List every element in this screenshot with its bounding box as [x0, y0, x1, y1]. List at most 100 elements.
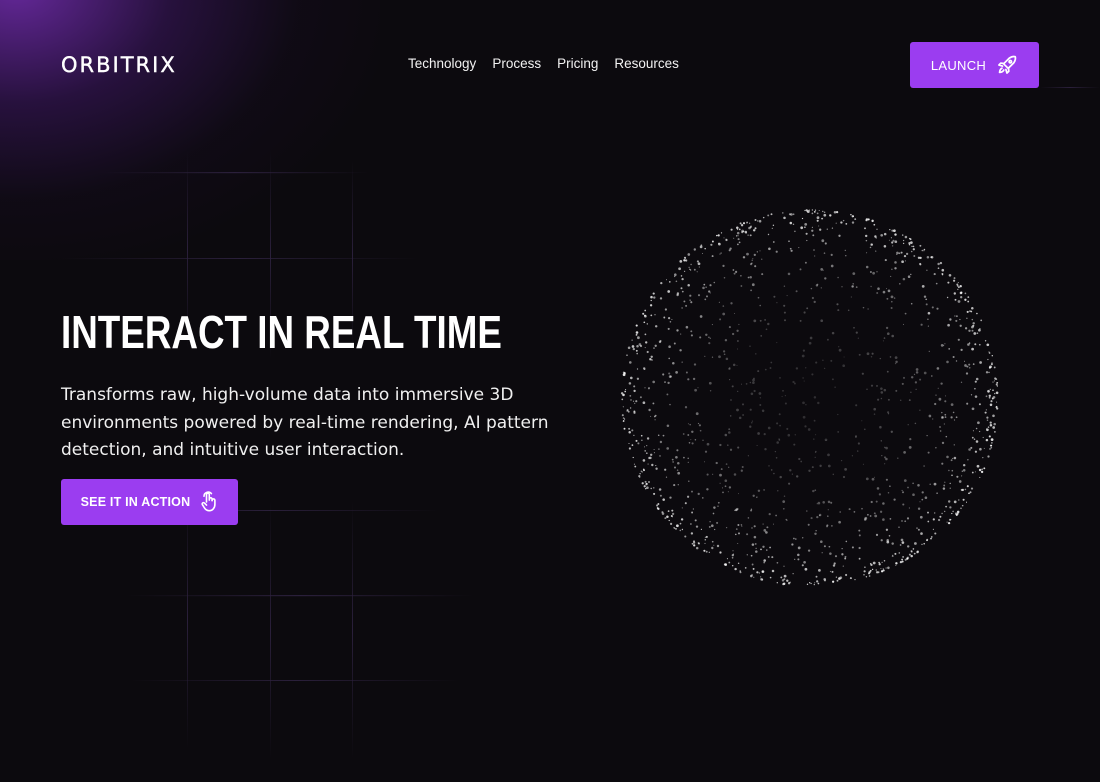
particle — [894, 233, 897, 236]
particle — [650, 453, 653, 456]
nav-item-technology[interactable]: Technology — [408, 56, 476, 71]
particle — [937, 267, 940, 270]
see-it-in-action-button[interactable]: SEE IT IN ACTION — [61, 479, 238, 525]
particle — [903, 254, 907, 258]
particle — [687, 434, 690, 436]
particle — [652, 402, 655, 405]
particle — [946, 360, 949, 364]
nav-item-resources[interactable]: Resources — [614, 56, 679, 71]
particle — [815, 530, 817, 532]
particle — [740, 224, 744, 227]
particle — [794, 558, 796, 560]
particle — [759, 250, 761, 252]
particle — [964, 292, 967, 295]
particle — [894, 356, 898, 359]
particle — [622, 420, 625, 422]
particle — [708, 381, 712, 385]
particle — [772, 241, 775, 243]
particle — [642, 459, 646, 462]
particle — [742, 222, 746, 225]
particle — [742, 414, 745, 416]
particle — [805, 209, 809, 212]
particle — [814, 255, 816, 257]
particle — [891, 334, 895, 338]
particle — [760, 577, 763, 581]
particle — [681, 290, 684, 293]
particle — [706, 295, 708, 298]
particle — [841, 553, 844, 556]
particle — [988, 352, 991, 354]
particle — [689, 423, 691, 426]
particle — [914, 542, 917, 545]
nav-item-process[interactable]: Process — [492, 56, 541, 71]
particle — [773, 295, 776, 298]
particle — [804, 567, 808, 571]
particle — [849, 577, 852, 580]
particle — [714, 528, 716, 531]
particle — [824, 277, 827, 280]
particle — [725, 357, 729, 361]
particle — [995, 405, 998, 408]
particle — [788, 213, 791, 216]
particle — [653, 296, 656, 299]
particle — [866, 352, 870, 356]
particle — [779, 475, 782, 479]
brand-logo[interactable]: ORBITRIX — [61, 53, 177, 77]
particle — [663, 316, 666, 319]
particle — [877, 571, 880, 574]
particle — [672, 461, 674, 463]
particle — [978, 468, 982, 472]
particle — [917, 507, 921, 511]
particle — [973, 438, 976, 440]
particle — [986, 343, 990, 347]
particle — [713, 281, 716, 284]
particle — [948, 273, 952, 277]
particle — [653, 448, 655, 451]
particle — [643, 321, 646, 324]
particle — [787, 582, 791, 585]
particle — [842, 565, 844, 567]
particle — [838, 346, 840, 348]
particle — [738, 532, 740, 535]
particle — [806, 510, 808, 512]
particle — [683, 270, 686, 273]
particle — [944, 343, 946, 345]
particle — [737, 238, 740, 241]
particle — [642, 401, 646, 405]
particle — [726, 558, 728, 560]
particle — [764, 448, 767, 451]
particle — [658, 448, 660, 450]
particle — [976, 464, 980, 468]
particle — [874, 514, 878, 518]
particle — [928, 414, 932, 418]
particle — [829, 214, 832, 217]
nav-item-pricing[interactable]: Pricing — [557, 56, 598, 71]
particle — [666, 515, 669, 519]
particle — [826, 338, 829, 341]
particle — [995, 406, 997, 408]
particle — [758, 572, 760, 574]
particle — [987, 389, 990, 393]
particle — [681, 277, 684, 281]
particle — [955, 360, 958, 362]
particle — [740, 469, 743, 472]
particle — [950, 403, 954, 406]
particle — [771, 556, 774, 559]
particle — [987, 390, 990, 393]
particle — [776, 561, 779, 564]
launch-button[interactable]: LAUNCH — [910, 42, 1039, 88]
particle — [668, 357, 671, 360]
particle — [904, 312, 907, 315]
particle — [660, 281, 663, 285]
particle — [688, 442, 691, 444]
particle — [990, 400, 993, 403]
particle — [975, 440, 979, 443]
particle — [809, 336, 813, 340]
particle — [628, 447, 632, 450]
particle — [852, 215, 854, 217]
particle — [657, 507, 660, 511]
particle — [734, 313, 735, 314]
hand-pointer-icon — [200, 491, 218, 513]
particle — [842, 219, 845, 222]
particle — [942, 487, 946, 490]
